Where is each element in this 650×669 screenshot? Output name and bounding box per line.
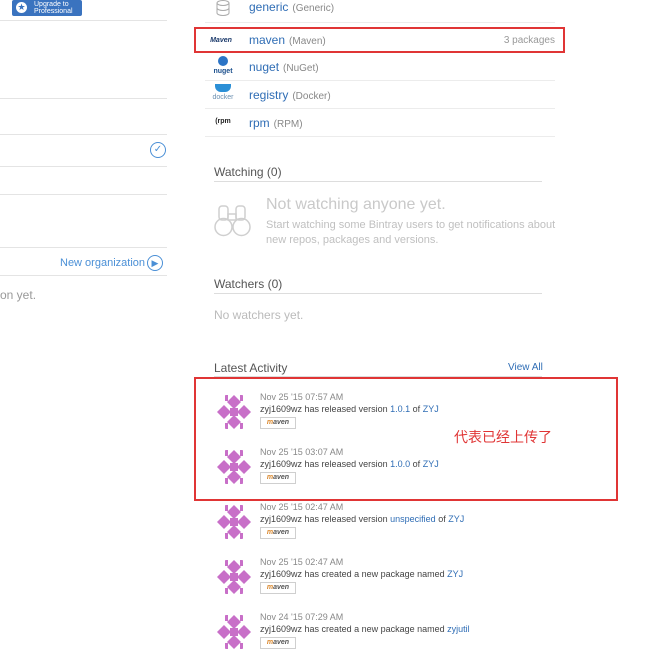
activity-item: Nov 25 '15 03:07 AM zyj1609wz has release… (214, 447, 554, 498)
docker-icon: docker (210, 84, 236, 106)
package-type-registry[interactable]: docker registry (Docker) (205, 80, 555, 108)
activity-repo-link[interactable]: ZYJ (423, 459, 439, 469)
activity-user: zyj1609wz (260, 624, 303, 634)
upgrade-button[interactable]: ★ Upgrade to Professional (12, 0, 82, 16)
activity-date: Nov 25 '15 02:47 AM (260, 502, 344, 512)
watchers-heading: Watchers (0) (214, 277, 283, 291)
user-avatar[interactable] (215, 393, 253, 431)
upgrade-label-line2: Professional (34, 8, 73, 15)
activity-text: zyj1609wz has released version 1.0.1 of … (260, 404, 439, 414)
divider (0, 194, 167, 195)
binoculars-icon (214, 204, 252, 238)
view-all-link[interactable]: View All (508, 362, 543, 373)
maven-icon: Maven (210, 37, 232, 44)
package-type-name: rpm (249, 116, 270, 130)
maven-badge: maven (260, 637, 296, 649)
user-avatar[interactable] (215, 503, 253, 541)
activity-action: has released version (304, 404, 388, 414)
activity-user: zyj1609wz (260, 514, 303, 524)
activity-text: zyj1609wz has created a new package name… (260, 624, 470, 634)
activity-date: Nov 24 '15 07:29 AM (260, 612, 344, 622)
database-icon (210, 0, 236, 16)
user-avatar[interactable] (215, 558, 253, 596)
package-type-label: (Docker) (292, 91, 331, 102)
divider (0, 98, 167, 99)
activity-item: Nov 25 '15 02:47 AM zyj1609wz has release… (214, 502, 554, 553)
activity-text: zyj1609wz has released version 1.0.0 of … (260, 459, 439, 469)
package-type-name: registry (249, 88, 289, 102)
activity-repo-link[interactable]: ZYJ (423, 404, 439, 414)
annotation-text: 代表已经上传了 (454, 429, 552, 445)
activity-repo-link[interactable]: ZYJ (448, 514, 464, 524)
activity-target-link[interactable]: ZYJ (447, 569, 463, 579)
package-type-label: (Maven) (289, 36, 326, 47)
activity-of: of (412, 404, 421, 414)
activity-user: zyj1609wz (260, 569, 303, 579)
activity-date: Nov 25 '15 03:07 AM (260, 447, 344, 457)
activity-target-link[interactable]: unspecified (390, 514, 436, 524)
activity-item: Nov 24 '15 07:29 AM zyj1609wz has created… (214, 612, 554, 663)
activity-text: zyj1609wz has released version unspecifi… (260, 514, 464, 524)
user-avatar[interactable] (215, 613, 253, 651)
package-type-name: nuget (249, 60, 280, 74)
organizations-empty-note: on yet. (0, 288, 37, 302)
package-type-generic[interactable]: generic (Generic) (205, 0, 555, 22)
rpm-icon: (rpm (215, 118, 231, 125)
check-circle-icon[interactable]: ✓ (150, 142, 166, 158)
activity-target-link[interactable]: 1.0.0 (390, 459, 410, 469)
user-avatar[interactable] (215, 448, 253, 486)
divider (0, 134, 167, 135)
activity-action: has created a new package named (304, 624, 445, 634)
package-type-label: (RPM) (273, 119, 303, 130)
activity-of: of (412, 459, 421, 469)
new-organization-link[interactable]: New organization (60, 257, 145, 269)
divider (0, 275, 167, 276)
package-type-label: (NuGet) (283, 63, 319, 74)
nuget-icon: nuget (210, 56, 236, 78)
activity-date: Nov 25 '15 07:57 AM (260, 392, 344, 402)
package-count: 3 packages (503, 35, 555, 46)
activity-target-link[interactable]: zyjutil (447, 624, 470, 634)
package-type-label: (Generic) (292, 3, 335, 14)
activity-action: has created a new package named (304, 569, 445, 579)
divider (205, 22, 555, 23)
star-icon: ★ (16, 2, 27, 13)
divider (0, 20, 167, 21)
divider (214, 181, 542, 182)
maven-badge: maven (260, 582, 296, 594)
activity-target-link[interactable]: 1.0.1 (390, 404, 410, 414)
activity-action: has released version (304, 514, 388, 524)
package-type-maven[interactable]: Maven maven (Maven) 3 packages (194, 27, 565, 53)
activity-user: zyj1609wz (260, 459, 303, 469)
watching-heading: Watching (0) (214, 165, 282, 179)
package-type-nuget[interactable]: nuget nuget (NuGet) (205, 52, 555, 80)
divider (0, 247, 167, 248)
divider (205, 136, 555, 137)
watching-empty-title: Not watching anyone yet. (266, 196, 446, 213)
watchers-empty-note: No watchers yet. (214, 308, 304, 322)
activity-of: of (438, 514, 446, 524)
activity-date: Nov 25 '15 02:47 AM (260, 557, 344, 567)
watching-empty-description: Start watching some Bintray users to get… (266, 219, 556, 246)
upgrade-label-line1: Upgrade to (34, 1, 69, 8)
activity-user: zyj1609wz (260, 404, 303, 414)
plus-circle-icon[interactable]: ▶ (147, 255, 163, 271)
activity-item: Nov 25 '15 02:47 AM zyj1609wz has created… (214, 557, 554, 608)
activity-action: has released version (304, 459, 388, 469)
latest-activity-heading: Latest Activity (214, 361, 288, 375)
divider (214, 293, 542, 294)
maven-badge: maven (260, 472, 296, 484)
package-type-rpm[interactable]: (rpm rpm (RPM) (205, 108, 555, 136)
divider (0, 166, 167, 167)
package-type-name: maven (249, 33, 286, 47)
activity-text: zyj1609wz has created a new package name… (260, 569, 463, 579)
maven-badge: maven (260, 417, 296, 429)
maven-badge: maven (260, 527, 296, 539)
package-type-name: generic (249, 0, 289, 14)
